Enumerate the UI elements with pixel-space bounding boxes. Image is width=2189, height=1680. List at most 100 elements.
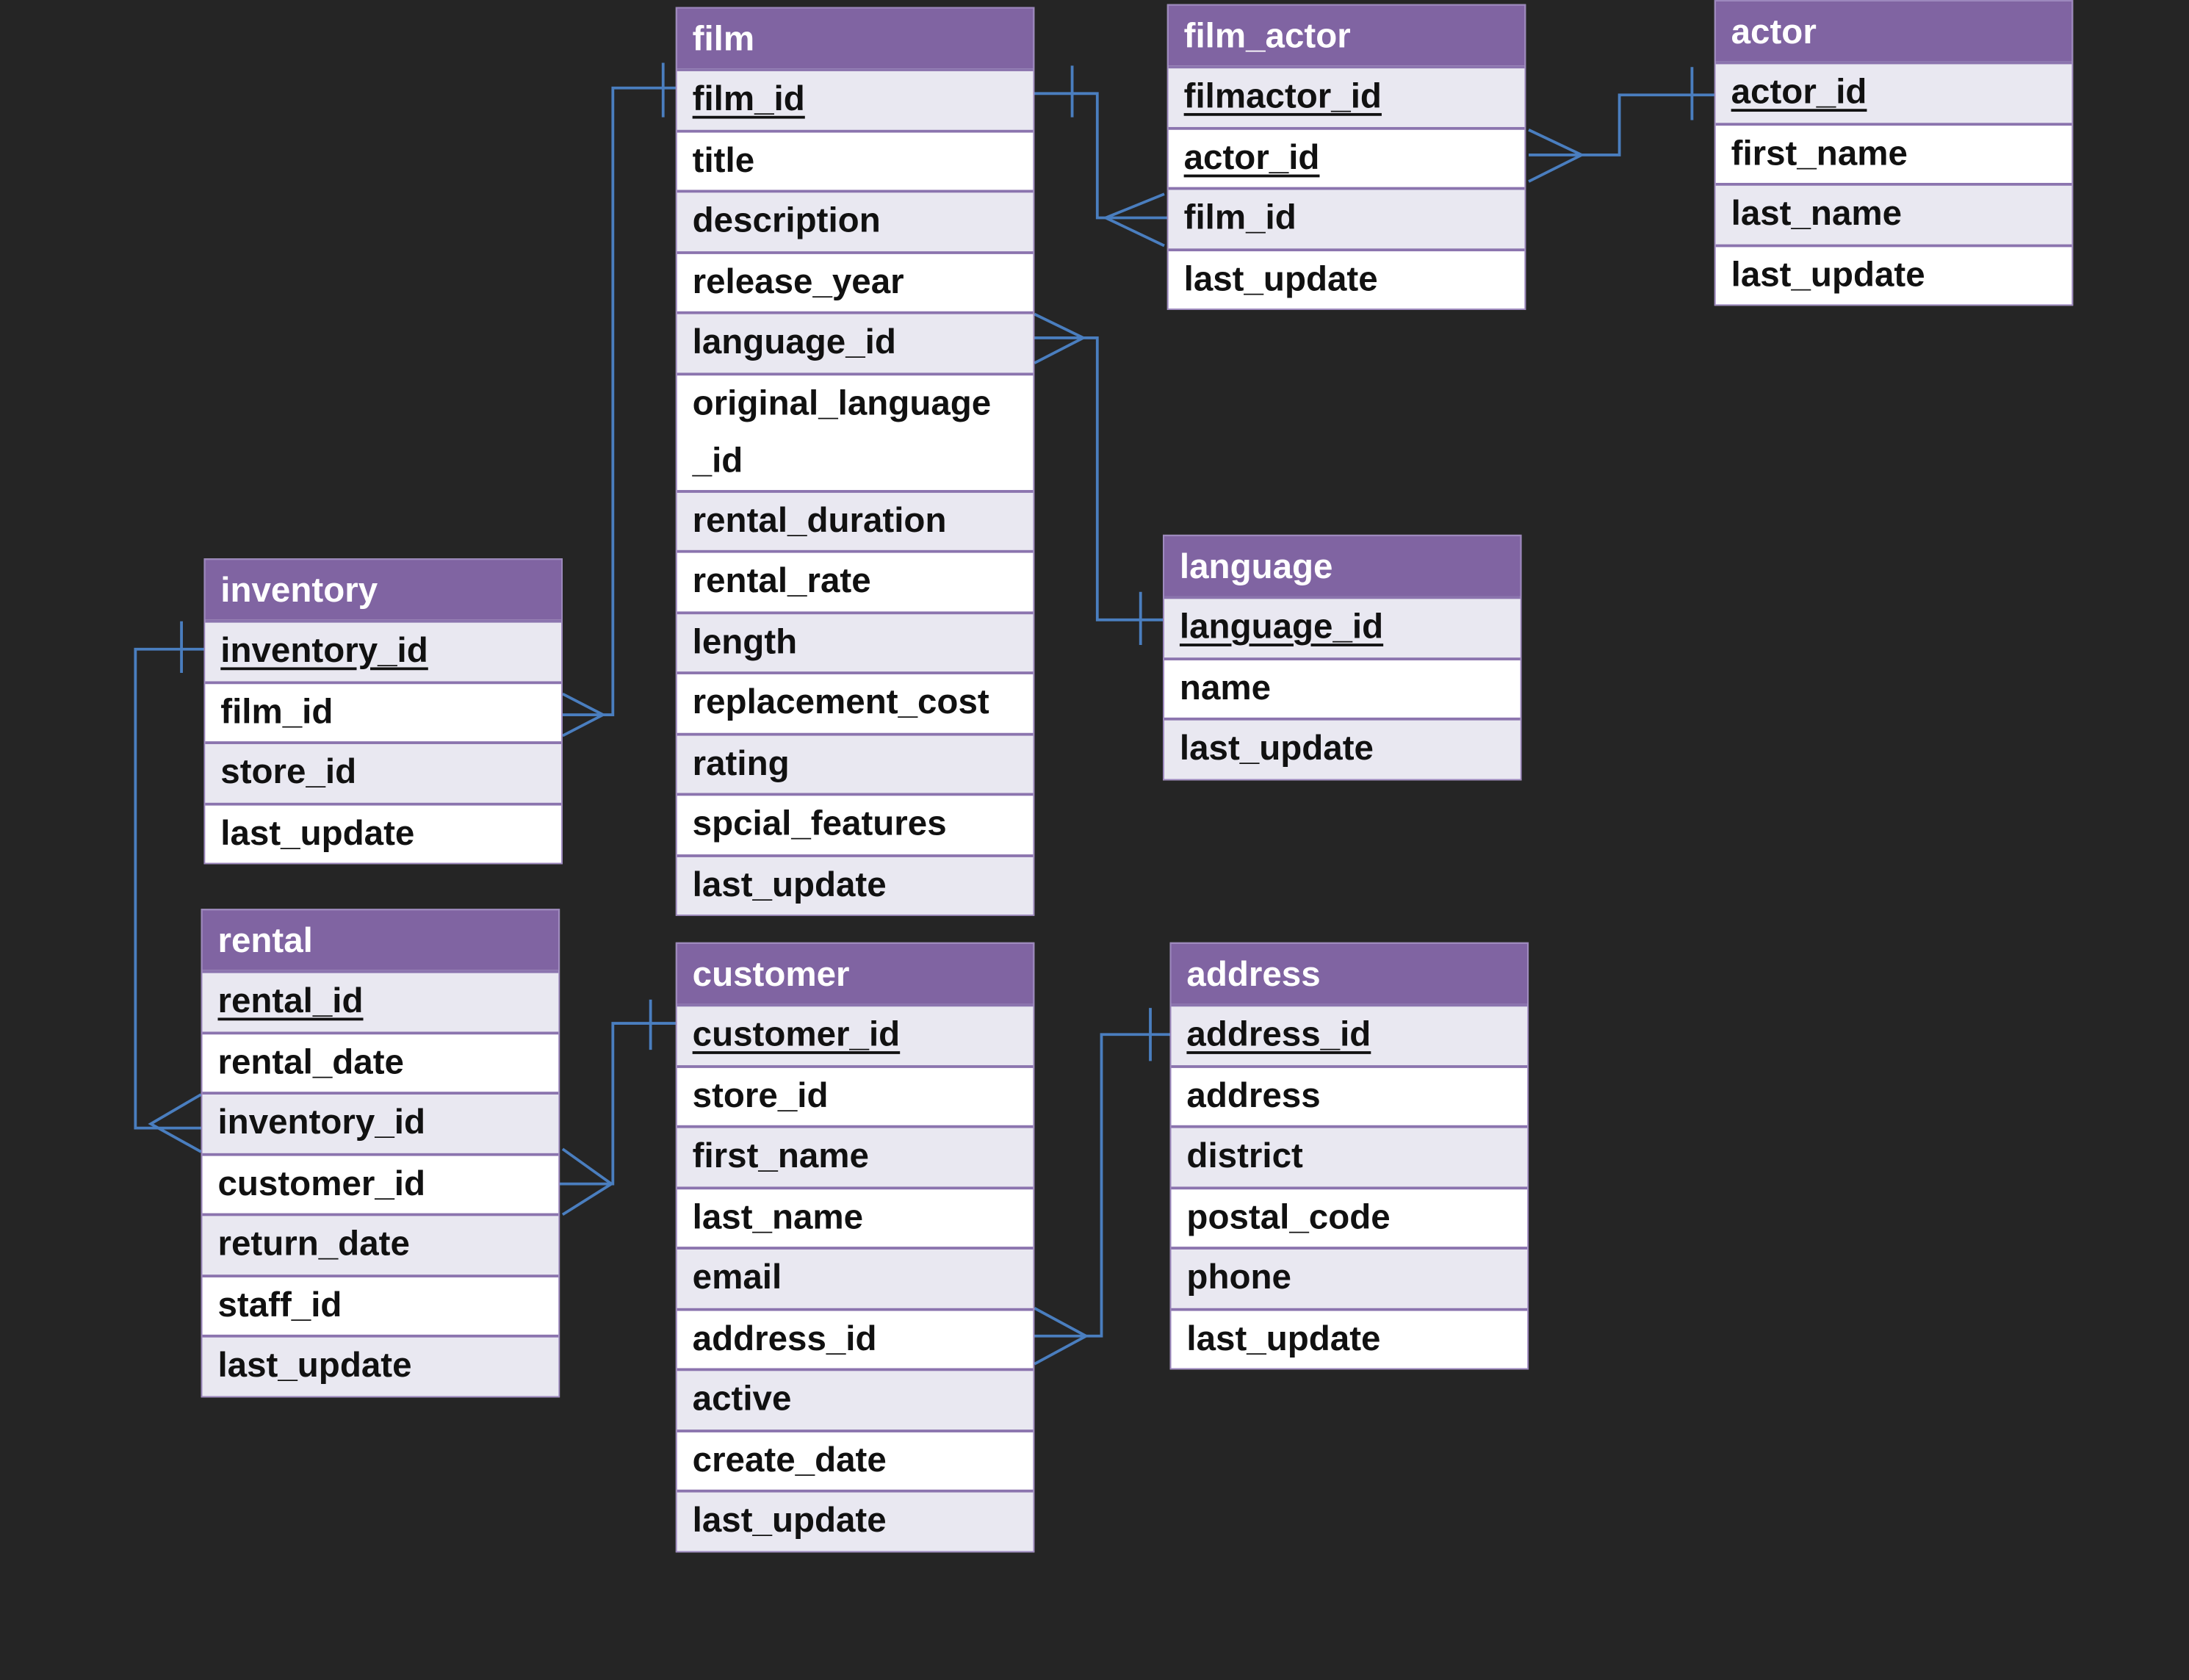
table-field: release_year [677, 250, 1034, 311]
table-inventory: inventory inventory_id film_id store_idlast… [203, 558, 563, 865]
table-language: language language_id name last_update [1163, 534, 1522, 780]
table-field: store_id [205, 741, 562, 802]
table-header: customer [677, 943, 1034, 1004]
relationship-line [562, 86, 676, 716]
field-name: last_update [1731, 254, 1925, 295]
field-name: last_update [217, 1346, 412, 1385]
table-field: active [677, 1368, 1034, 1430]
table-field: address [1171, 1064, 1528, 1125]
table-header: inventory [205, 560, 562, 620]
field-name: rating [692, 743, 790, 783]
table-customer: customer customer_id store_id first_namelas… [675, 942, 1035, 1552]
field-name: rental_rate [692, 561, 871, 601]
table-field: create_date [677, 1429, 1034, 1490]
field-name: first_name [692, 1136, 869, 1176]
field-name: address_id [692, 1319, 877, 1358]
table-field: email [677, 1247, 1034, 1308]
field-name: last_update [692, 865, 887, 904]
table-field: last_update [677, 1489, 1034, 1551]
field-name: phone [1186, 1258, 1291, 1297]
table-field: last_update [205, 801, 562, 863]
field-name: film_id [692, 79, 805, 119]
primary-key-field: rental_id [202, 970, 559, 1031]
table-field: return_date [202, 1213, 559, 1275]
field-name: inventory_id [217, 1103, 425, 1142]
table-field: rental_rate [677, 549, 1034, 611]
table-film: film film_id title description release_year l… [675, 7, 1035, 916]
field-name: description [692, 201, 881, 240]
table-field: name [1164, 657, 1521, 718]
field-name: replacement_cost [692, 682, 989, 722]
table-header: film_actor [1168, 5, 1525, 66]
table-field: replacement_cost [677, 671, 1034, 732]
primary-key-field: film_id [677, 68, 1034, 129]
table-field: staff_id [202, 1274, 559, 1335]
field-name: rental_id [217, 981, 364, 1021]
field-name: staff_id [217, 1285, 342, 1324]
field-name: film_id [1183, 198, 1297, 238]
field-name: address [1186, 1075, 1321, 1115]
table-field: last_name [1715, 182, 2072, 244]
table-field: last_update [1168, 248, 1525, 309]
relationship-line [134, 647, 204, 1130]
field-name: store_id [692, 1075, 829, 1115]
field-name: film_id [220, 691, 333, 731]
primary-key-field: filmactor_id [1168, 65, 1525, 126]
table-field: rental_date [202, 1031, 559, 1092]
primary-key-field: inventory_id [205, 619, 562, 681]
field-name: name [1179, 668, 1272, 707]
table-field: phone [1171, 1247, 1528, 1308]
field-name: actor_id [1183, 137, 1320, 177]
field-name: actor_id [1731, 72, 1867, 112]
field-name: address_id [1186, 1014, 1371, 1054]
table-header: film [677, 8, 1034, 69]
table-field: language_id [677, 311, 1034, 372]
field-name: last_name [1731, 194, 1903, 234]
table-header: rental [202, 910, 559, 970]
primary-key-field: address_id [1171, 1003, 1528, 1065]
table-field: original_language _id [677, 372, 1034, 489]
table-field: postal_code [1171, 1186, 1528, 1247]
field-name: spcial_features [692, 804, 947, 843]
er-diagram: film film_id title description release_year l… [0, 0, 2189, 1679]
field-name: customer_id [692, 1014, 901, 1054]
crows-foot-many-icon [148, 1093, 202, 1153]
field-name: last_update [1186, 1319, 1381, 1358]
table-field: district [1171, 1125, 1528, 1186]
relationship-line [1529, 93, 1714, 156]
primary-key-field: language_id [1164, 596, 1521, 657]
table-field: rental_duration [677, 489, 1034, 550]
table-field: address_id [677, 1307, 1034, 1369]
primary-key-field: actor_id [1715, 61, 2072, 123]
relationship-line [1034, 336, 1164, 621]
field-name: return_date [217, 1224, 410, 1263]
table-field: film_id [1168, 187, 1525, 248]
field-name: last_name [692, 1197, 864, 1236]
table-actor: actor actor_id first_name last_name last_upd… [1714, 0, 2074, 306]
field-name: postal_code [1186, 1197, 1391, 1236]
table-field: last_update [1164, 717, 1521, 779]
field-name: filmactor_id [1183, 76, 1382, 116]
table-field: last_update [1715, 243, 2072, 305]
table-field: last_update [1171, 1307, 1528, 1369]
field-name: language_id [1179, 607, 1384, 646]
table-field: spcial_features [677, 793, 1034, 854]
field-name: store_id [220, 752, 357, 792]
table-field: last_update [202, 1334, 559, 1396]
field-name: first_name [1731, 133, 1908, 173]
table-field: last_update [677, 854, 1034, 915]
table-field: customer_id [202, 1152, 559, 1214]
field-name: last_update [1183, 259, 1378, 298]
field-name: create_date [692, 1440, 887, 1479]
relationship-line [1028, 92, 1167, 220]
field-name: last_update [1179, 729, 1374, 768]
field-name: original_language _id [692, 383, 992, 480]
field-name: last_update [220, 813, 415, 853]
field-name: active [692, 1379, 792, 1418]
table-film-actor: film_actor filmactor_id actor_id film_idlas… [1166, 4, 1526, 310]
primary-key-field: actor_id [1168, 126, 1525, 187]
table-field: description [677, 190, 1034, 251]
crows-foot-many-icon [561, 1147, 614, 1216]
crows-foot-many-icon [1102, 192, 1165, 248]
field-name: last_update [692, 1501, 887, 1540]
